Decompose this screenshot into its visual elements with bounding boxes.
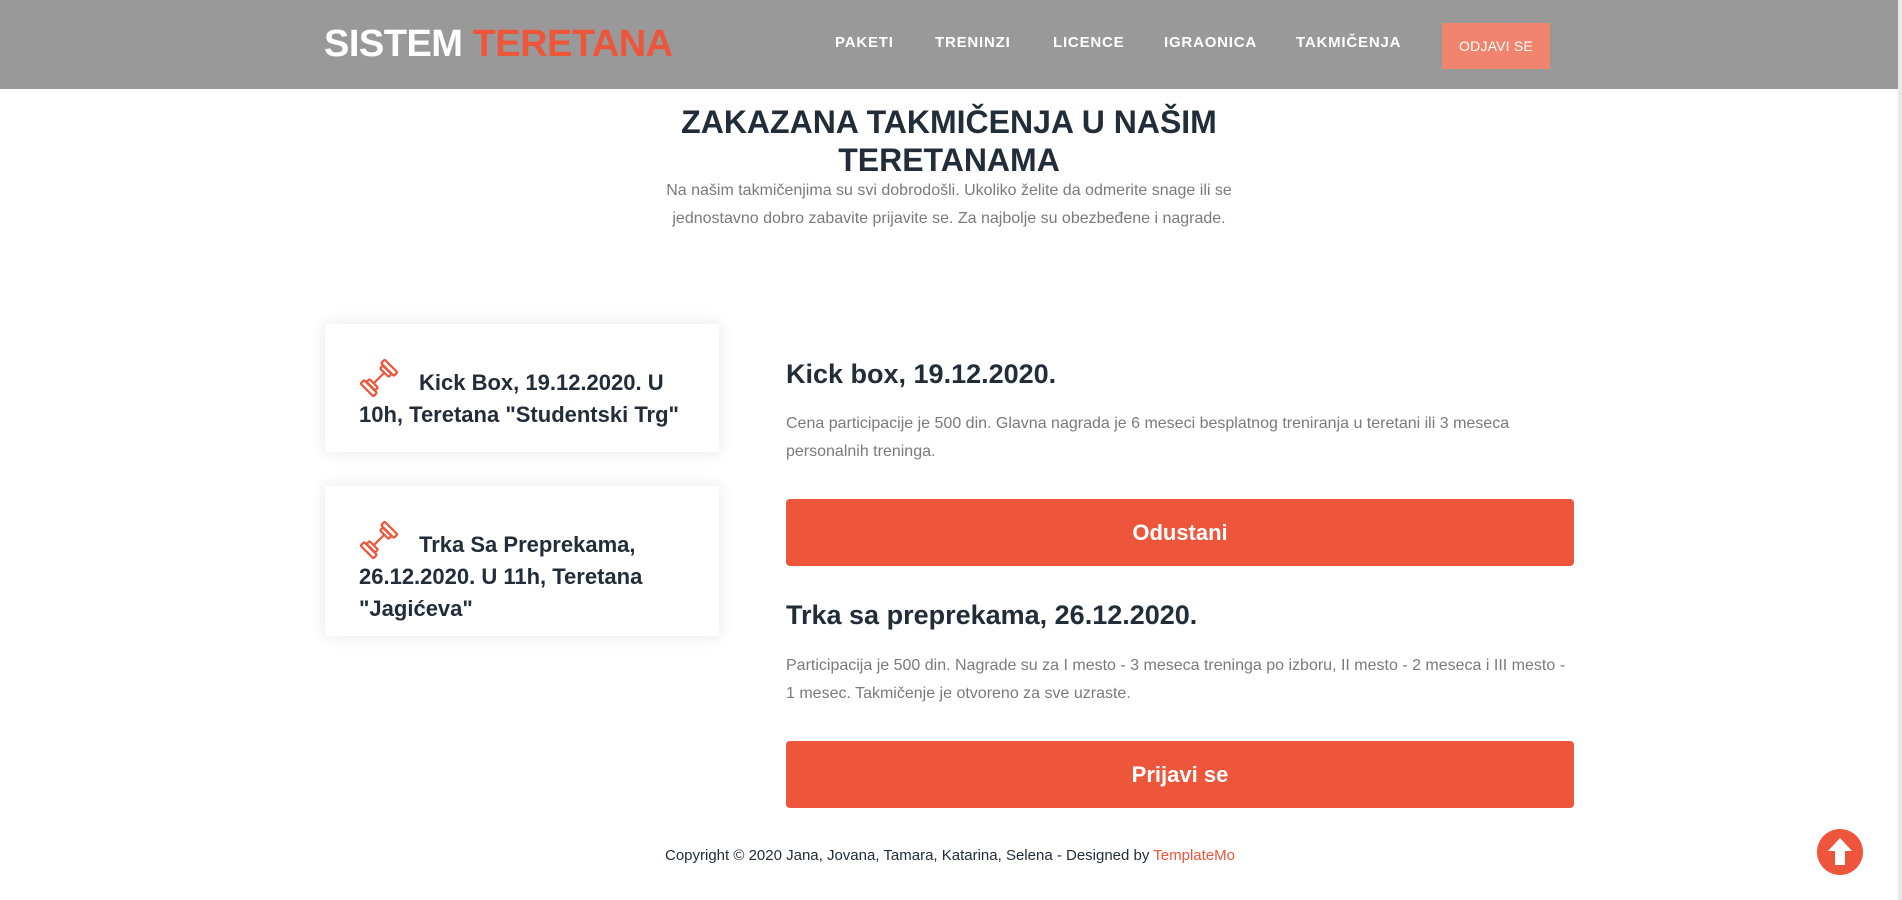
card-title-text: Trka Sa Preprekama, 26.12.2020. U 11h, T…	[359, 532, 643, 621]
dumbbell-icon	[359, 520, 399, 560]
cancel-button[interactable]: Odustani	[786, 499, 1574, 566]
arrow-up-circle-icon[interactable]	[1817, 829, 1863, 875]
nav-paketi[interactable]: PAKETI	[835, 34, 894, 54]
page-scrollbar[interactable]	[1898, 0, 1902, 900]
card-title: Kick Box, 19.12.2020. U 10h, Teretana "S…	[359, 358, 687, 431]
event-description-kickbox: Cena participacije je 500 din. Glavna na…	[786, 415, 1510, 460]
dumbbell-icon	[359, 358, 399, 398]
footer-copyright: Copyright © 2020 Jana, Jovana, Tamara, K…	[560, 846, 1340, 866]
event-description-trka: Participacija je 500 din. Nagrade su za …	[786, 657, 1566, 702]
logo-text-teretana: TERETANA	[472, 23, 674, 65]
copyright-text: Copyright © 2020 Jana, Jovana, Tamara, K…	[664, 847, 1150, 864]
competition-card-trka[interactable]: Trka Sa Preprekama, 26.12.2020. U 11h, T…	[325, 486, 719, 636]
page-subtitle: Na našim takmičenjima su svi dobrodošli.…	[666, 182, 1232, 227]
register-button[interactable]: Prijavi se	[786, 741, 1574, 808]
logout-button[interactable]: ODJAVI SE	[1442, 23, 1550, 69]
nav-igraonica[interactable]: IGRAONICA	[1164, 34, 1257, 54]
nav-takmicenja[interactable]: TAKMIČENJA	[1296, 34, 1401, 54]
logo-text-sistem: SISTEM	[324, 23, 463, 65]
event-title-trka: Trka sa preprekama, 26.12.2020.	[786, 600, 1198, 630]
card-title: Trka Sa Preprekama, 26.12.2020. U 11h, T…	[359, 520, 687, 625]
nav-licence[interactable]: LICENCE	[1053, 34, 1124, 54]
top-header: SISTEM TERETANA PAKETI TRENINZI LICENCE …	[0, 0, 1898, 89]
site-logo[interactable]: SISTEM TERETANA	[324, 22, 673, 66]
card-title-text: Kick Box, 19.12.2020. U 10h, Teretana "S…	[359, 370, 679, 427]
nav-treninzi[interactable]: TRENINZI	[935, 34, 1011, 54]
page-title: ZAKAZANA TAKMIČENJA U NAŠIM TERETANAMA	[681, 104, 1217, 178]
templatemo-link[interactable]: TemplateMo	[1153, 847, 1235, 864]
competition-card-kickbox[interactable]: Kick Box, 19.12.2020. U 10h, Teretana "S…	[325, 324, 719, 452]
event-title-kickbox: Kick box, 19.12.2020.	[786, 359, 1057, 389]
